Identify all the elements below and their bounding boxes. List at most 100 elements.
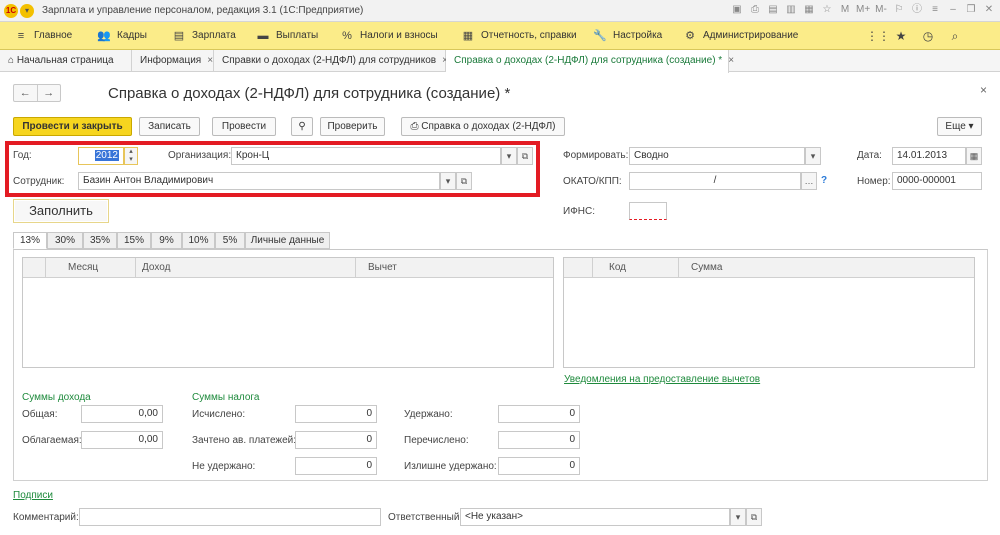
organization-field[interactable]: Крон-Ц — [231, 147, 501, 165]
menu-item-admin[interactable]: ⚙ Администрирование — [683, 22, 798, 50]
help-icon[interactable]: ? — [821, 175, 827, 186]
calendar-icon[interactable]: ▦ — [966, 147, 982, 165]
tab-13[interactable]: 13% — [13, 232, 47, 249]
dropdown-icon[interactable]: ▾ — [440, 172, 456, 190]
menu-label: Отчетность, справки — [481, 30, 577, 41]
close-icon[interactable]: × — [207, 55, 213, 66]
dropdown-icon[interactable]: ▾ — [730, 508, 746, 526]
post-and-close-button[interactable]: Провести и закрыть — [13, 117, 132, 136]
download-icon[interactable]: ▤ — [766, 3, 780, 17]
credited-advance-field[interactable]: 0 — [295, 431, 377, 449]
back-arrow-icon[interactable]: ← — [14, 85, 38, 101]
calculated-field[interactable]: 0 — [295, 405, 377, 423]
ifns-field[interactable] — [629, 202, 667, 220]
employee-field[interactable]: Базин Антон Владимирович — [78, 172, 440, 190]
tab-10[interactable]: 10% — [182, 232, 215, 249]
dropdown-icon[interactable]: ▾ — [805, 147, 821, 165]
tab-5[interactable]: 5% — [215, 232, 245, 249]
restore-icon[interactable]: ❐ — [964, 3, 978, 17]
form-type-select[interactable]: Сводно — [629, 147, 805, 165]
not-withheld-field[interactable]: 0 — [295, 457, 377, 475]
tab-home[interactable]: ⌂ Начальная страница — [0, 50, 132, 72]
deductions-table[interactable]: Код Сумма — [563, 257, 975, 368]
forward-arrow-icon[interactable]: → — [38, 85, 61, 101]
column-amount[interactable]: Сумма — [678, 258, 974, 278]
app-logo: 1С — [4, 4, 18, 18]
menu-item-payments[interactable]: ▬ Выплаты — [256, 22, 319, 50]
history-icon[interactable]: ◷ — [920, 22, 936, 50]
open-icon[interactable]: ⧉ — [456, 172, 472, 190]
okato-field[interactable]: / — [629, 172, 801, 190]
info-icon[interactable]: ⓘ — [910, 3, 924, 17]
select-icon[interactable]: … — [801, 172, 817, 190]
m-plus-icon[interactable]: M+ — [856, 3, 870, 17]
date-field[interactable]: 14.01.2013 — [892, 147, 966, 165]
tab-info[interactable]: Информация × — [132, 50, 214, 72]
m-icon[interactable]: M — [838, 3, 852, 17]
number-label: Номер: — [857, 176, 891, 187]
menu-label: Налоги и взносы — [360, 30, 438, 41]
minimize-icon[interactable]: – — [946, 3, 960, 17]
save-button[interactable]: Записать — [139, 117, 200, 136]
column-income[interactable]: Доход — [135, 258, 355, 278]
tab-15[interactable]: 15% — [117, 232, 151, 249]
menu-icon[interactable]: ≡ — [928, 3, 942, 17]
dropdown-icon[interactable]: ▾ — [501, 147, 517, 165]
tab-9[interactable]: 9% — [151, 232, 182, 249]
form-close-icon[interactable]: × — [980, 83, 987, 97]
total-income-field[interactable]: 0,00 — [81, 405, 163, 423]
star-icon[interactable]: ☆ — [820, 3, 834, 17]
taxable-income-label: Облагаемая: — [22, 435, 82, 446]
year-stepper-icon[interactable]: ▴ ▾ — [124, 147, 138, 165]
over-withheld-field[interactable]: 0 — [498, 457, 580, 475]
menu-item-staff[interactable]: 👥 Кадры — [97, 22, 147, 50]
menu-item-salary[interactable]: ▤ Зарплата — [172, 22, 236, 50]
search-icon[interactable]: ⌕ — [947, 22, 963, 50]
withheld-field[interactable]: 0 — [498, 405, 580, 423]
user-icon[interactable]: ⚐ — [892, 3, 906, 17]
print-icon[interactable]: ⎙ — [748, 3, 762, 17]
upload-icon[interactable]: ▥ — [784, 3, 798, 17]
menu-item-settings[interactable]: 🔧 Настройка — [593, 22, 662, 50]
tab-ndfl-create[interactable]: Справка о доходах (2-НДФЛ) для сотрудник… — [446, 50, 734, 73]
check-button[interactable]: Проверить — [320, 117, 385, 136]
income-totals-title: Суммы дохода — [22, 392, 91, 403]
number-field[interactable]: 0000-000001 — [892, 172, 982, 190]
transferred-field[interactable]: 0 — [498, 431, 580, 449]
calendar-icon[interactable]: ▦ — [802, 3, 816, 17]
favorites-star-icon[interactable]: ★ — [893, 22, 909, 50]
tab-personal-data[interactable]: Личные данные — [245, 232, 330, 249]
responsible-field[interactable]: <Не указан> — [460, 508, 730, 526]
year-field[interactable]: 2012 — [78, 147, 124, 165]
tab-30[interactable]: 30% — [47, 232, 83, 249]
print-ndfl-button[interactable]: ⎙ Справка о доходах (2-НДФЛ) — [401, 117, 565, 136]
more-button[interactable]: Еще ▾ — [937, 117, 982, 136]
menu-item-main[interactable]: ≡ Главное — [14, 22, 72, 50]
deduction-notices-link[interactable]: Уведомления на предоставление вычетов — [564, 374, 760, 385]
open-icon[interactable]: ⧉ — [746, 508, 762, 526]
column-deduction[interactable]: Вычет — [355, 258, 553, 278]
tab-ndfl-list[interactable]: Справки о доходах (2-НДФЛ) для сотрудник… — [214, 50, 448, 72]
comment-field[interactable] — [79, 508, 381, 526]
window-titlebar: 1С ▾ Зарплата и управление персоналом, р… — [0, 0, 1000, 22]
open-icon[interactable]: ⧉ — [517, 147, 533, 165]
signatures-link[interactable]: Подписи — [13, 490, 53, 501]
apps-grid-icon[interactable]: ⋮⋮ — [866, 22, 890, 50]
column-month[interactable]: Месяц — [45, 258, 135, 278]
taxable-income-field[interactable]: 0,00 — [81, 431, 163, 449]
column-code[interactable]: Код — [592, 258, 678, 278]
post-button[interactable]: Провести — [212, 117, 276, 136]
m-minus-icon[interactable]: M- — [874, 3, 888, 17]
not-withheld-label: Не удержано: — [192, 461, 256, 472]
fill-button[interactable]: Заполнить — [13, 199, 109, 223]
income-table[interactable]: Месяц Доход Вычет — [22, 257, 554, 368]
close-icon[interactable]: × — [728, 55, 734, 66]
menu-item-reports[interactable]: ▦ Отчетность, справки — [461, 22, 577, 50]
tab-35[interactable]: 35% — [83, 232, 117, 249]
app-menu-icon[interactable]: ▾ — [20, 4, 34, 18]
menu-item-taxes[interactable]: % Налоги и взносы — [340, 22, 438, 50]
close-icon[interactable]: ✕ — [982, 3, 996, 17]
page-title: Справка о доходах (2-НДФЛ) для сотрудник… — [108, 85, 511, 102]
save-icon[interactable]: ▣ — [730, 3, 744, 17]
attachment-icon[interactable]: ⚲ — [291, 117, 313, 136]
